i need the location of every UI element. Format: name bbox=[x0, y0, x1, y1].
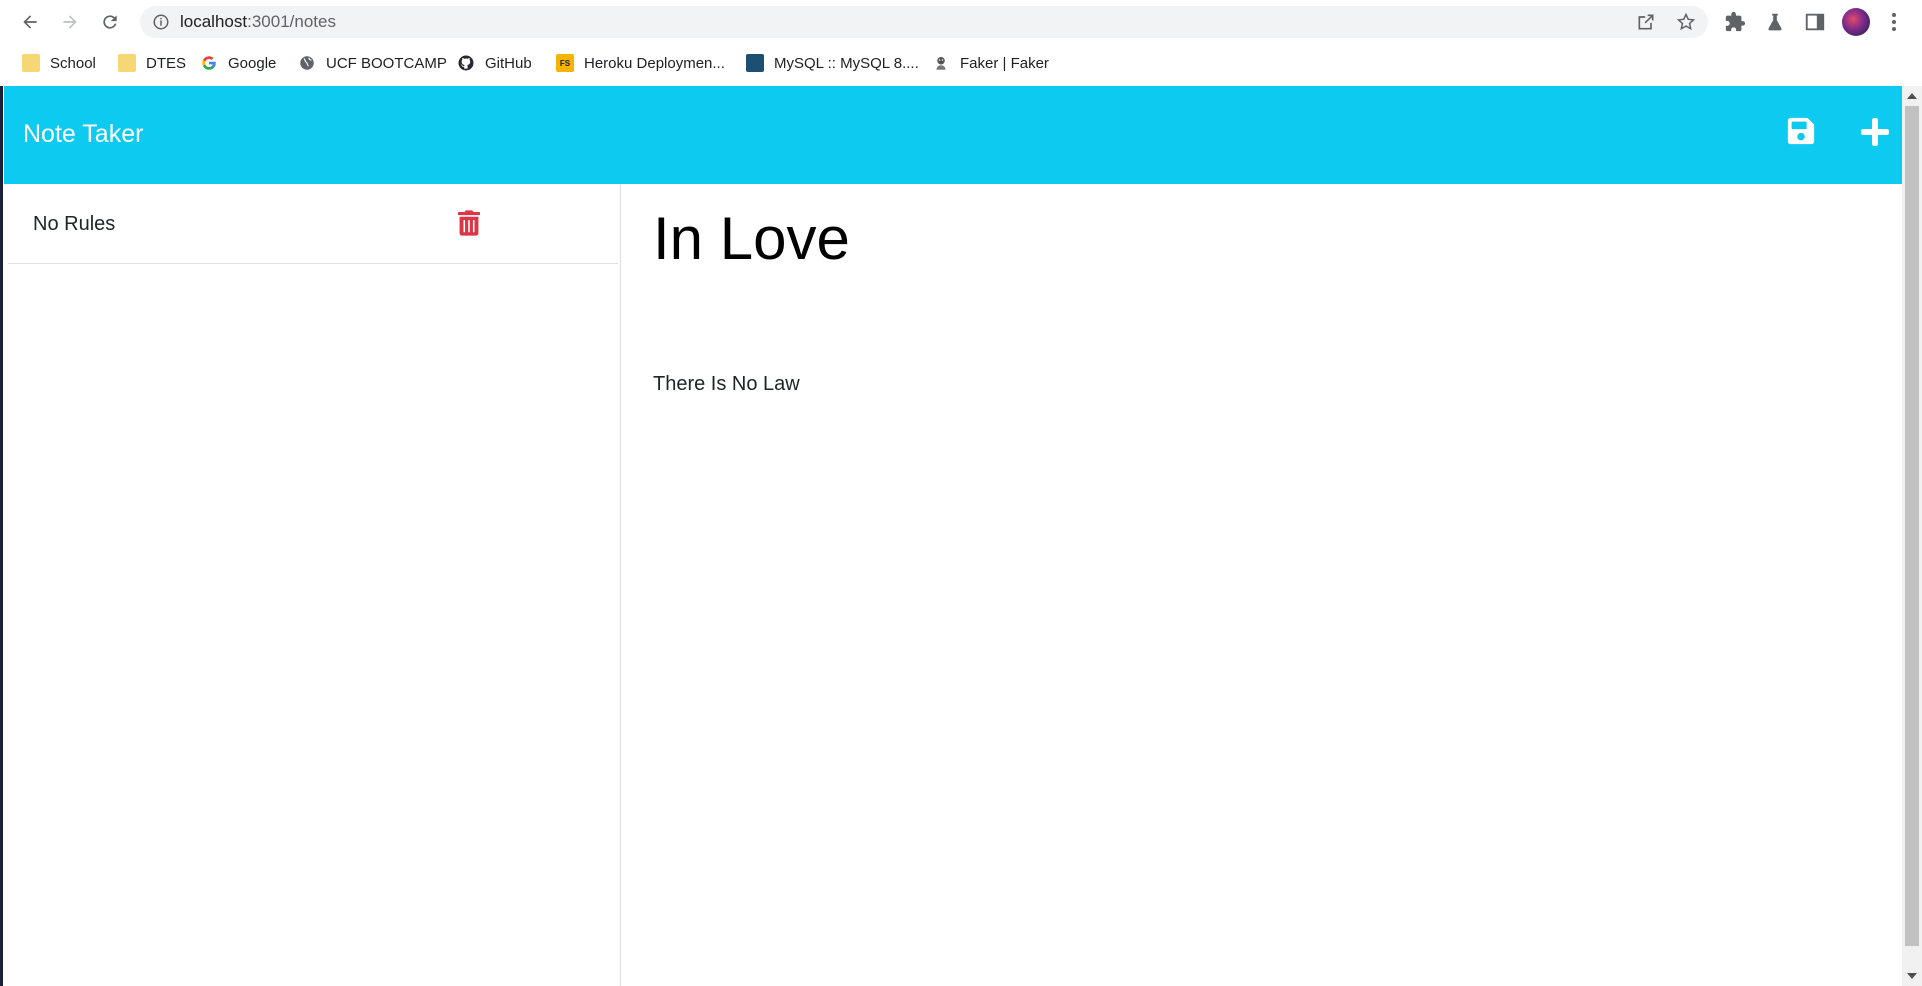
labs-flask-icon[interactable] bbox=[1764, 11, 1786, 33]
window-edge bbox=[0, 86, 3, 986]
bookmarks-bar: School DTES Google UCF BOOTCAMP GitHub F… bbox=[0, 48, 1922, 78]
reload-button[interactable] bbox=[96, 8, 124, 36]
scroll-down-arrow-icon[interactable] bbox=[1907, 973, 1917, 979]
bookmark-mysql[interactable]: MySQL :: MySQL 8.... bbox=[746, 48, 919, 78]
bookmark-heroku[interactable]: FS Heroku Deploymen... bbox=[556, 48, 725, 78]
bookmark-github[interactable]: GitHub bbox=[457, 48, 532, 78]
profile-avatar[interactable] bbox=[1842, 8, 1870, 36]
app-brand[interactable]: Note Taker bbox=[23, 119, 143, 149]
scroll-thumb[interactable] bbox=[1905, 106, 1919, 946]
forward-button[interactable] bbox=[56, 8, 84, 36]
url-host: localhost bbox=[180, 12, 248, 31]
bookmark-label: Google bbox=[228, 54, 277, 72]
share-icon[interactable] bbox=[1636, 12, 1656, 32]
note-list-item[interactable]: No Rules bbox=[8, 184, 618, 264]
bookmark-faker[interactable]: Faker | Faker bbox=[932, 48, 1049, 78]
mysql-icon bbox=[746, 54, 764, 72]
note-title-input[interactable]: In Love bbox=[653, 204, 850, 274]
bookmark-google[interactable]: Google bbox=[200, 48, 276, 78]
bookmark-school[interactable]: School bbox=[22, 48, 96, 78]
bookmark-label: UCF BOOTCAMP bbox=[326, 54, 447, 72]
back-button[interactable] bbox=[16, 8, 44, 36]
globe-icon bbox=[300, 56, 314, 70]
bookmark-label: School bbox=[50, 54, 96, 72]
save-note-icon[interactable] bbox=[1786, 116, 1816, 146]
browser-toolbar: localhost:3001/notes bbox=[0, 0, 1922, 44]
arrow-left-icon bbox=[23, 15, 37, 29]
delete-note-trash-icon[interactable] bbox=[458, 210, 480, 236]
folder-icon bbox=[22, 54, 40, 72]
folder-icon bbox=[118, 54, 136, 72]
address-bar[interactable]: localhost:3001/notes bbox=[140, 6, 1708, 38]
app-navbar: Note Taker bbox=[4, 86, 1902, 184]
reload-icon bbox=[103, 15, 117, 29]
bookmark-label: GitHub bbox=[485, 54, 532, 72]
url-path: :3001/notes bbox=[247, 12, 336, 31]
note-text-area[interactable]: There Is No Law bbox=[653, 372, 800, 396]
bookmark-label: MySQL :: MySQL 8.... bbox=[774, 54, 919, 72]
bookmark-dtes[interactable]: DTES bbox=[118, 48, 186, 78]
scroll-up-arrow-icon[interactable] bbox=[1907, 93, 1917, 99]
note-list-title: No Rules bbox=[33, 213, 116, 235]
notes-list: No Rules bbox=[4, 184, 621, 986]
arrow-right-icon bbox=[63, 15, 77, 29]
browser-chrome: localhost:3001/notes School DTES Google … bbox=[0, 0, 1922, 86]
extensions-icon[interactable] bbox=[1724, 11, 1746, 33]
bookmark-label: DTES bbox=[146, 54, 187, 72]
info-icon[interactable] bbox=[152, 13, 170, 31]
side-panel-icon[interactable] bbox=[1804, 11, 1826, 33]
page-scrollbar[interactable] bbox=[1902, 86, 1922, 986]
bookmark-label: Faker | Faker bbox=[960, 54, 1049, 72]
new-note-plus-icon[interactable] bbox=[1859, 116, 1891, 148]
star-icon[interactable] bbox=[1676, 12, 1696, 32]
note-taker-app: Note Taker No Rules In Love There Is No … bbox=[4, 86, 1902, 986]
github-icon bbox=[458, 55, 474, 71]
faker-icon bbox=[936, 57, 946, 70]
heroku-icon: FS bbox=[556, 54, 574, 72]
bookmark-ucf-bootcamp[interactable]: UCF BOOTCAMP bbox=[298, 48, 447, 78]
url-text[interactable]: localhost:3001/notes bbox=[180, 13, 336, 31]
note-editor: In Love There Is No Law bbox=[623, 184, 1902, 986]
google-icon bbox=[202, 56, 216, 70]
bookmark-label: Heroku Deploymen... bbox=[584, 54, 725, 72]
menu-kebab-icon[interactable] bbox=[1890, 12, 1898, 32]
